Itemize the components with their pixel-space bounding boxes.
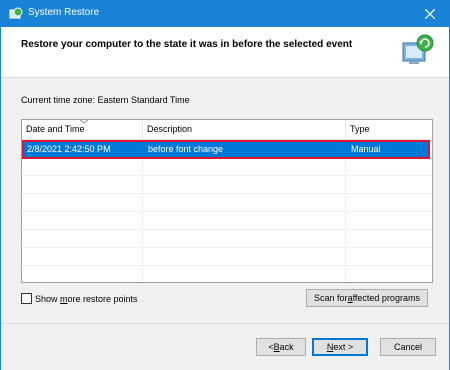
column-separator[interactable] [142,120,143,139]
back-button[interactable]: < Back [256,338,306,356]
timezone-label: Current time zone: Eastern Standard Time [21,95,190,105]
grid-line [22,211,432,212]
table-row[interactable]: 2/8/2021 2:42:50 PM before font change M… [22,140,430,159]
page-title: Restore your computer to the state it wa… [21,39,353,50]
scan-affected-programs-button[interactable]: Scan for a ffected programs [306,289,428,307]
cell-type: Manual [351,144,381,154]
cell-date-time: 2/8/2021 2:42:50 PM [27,144,111,154]
cell-description: before font change [148,144,224,154]
column-type[interactable]: Type [350,124,370,134]
footer-bar: < Back Next > Cancel [1,323,449,370]
window-title: System Restore [28,7,100,18]
column-date-time[interactable]: Date and Time [26,124,85,134]
restore-points-table[interactable]: Date and Time Description Type 2/8/2021 … [21,119,433,283]
header-panel: Restore your computer to the state it wa… [1,27,449,78]
show-more-checkbox[interactable] [21,293,32,304]
column-description[interactable]: Description [147,124,192,134]
grid-line [22,247,432,248]
table-header: Date and Time Description Type [22,120,432,140]
cancel-button[interactable]: Cancel [380,338,436,356]
show-more-label[interactable]: Show more restore points [35,294,138,304]
grid-line [22,265,432,266]
restore-computer-icon [401,31,435,69]
system-restore-icon [9,7,23,21]
close-icon [425,9,435,19]
grid-line [22,175,432,176]
column-separator[interactable] [345,120,346,139]
close-button[interactable] [411,1,449,27]
table-body: 2/8/2021 2:42:50 PM before font change M… [22,139,432,282]
show-more-restore-points[interactable]: Show more restore points [21,293,138,304]
next-button[interactable]: Next > [312,338,368,356]
title-bar[interactable]: System Restore [1,1,449,27]
system-restore-window: System Restore Restore your computer to … [0,0,450,370]
grid-line [22,229,432,230]
grid-line [22,193,432,194]
